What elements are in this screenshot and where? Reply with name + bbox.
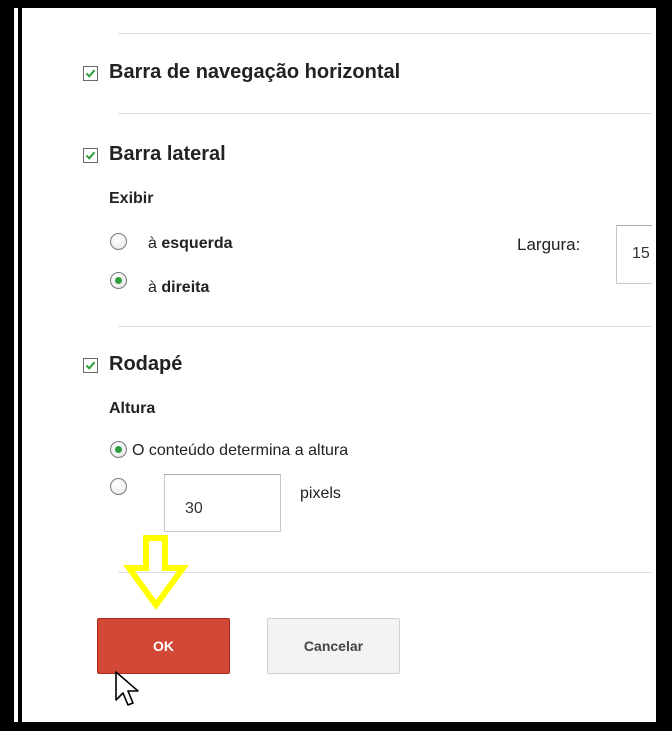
- sidebar-left-option-label: à esquerda: [148, 235, 233, 253]
- sidebar-right-prefix: à: [148, 279, 157, 296]
- footer-custom-height-radio[interactable]: [110, 478, 127, 495]
- down-arrow-annotation-icon: [123, 535, 189, 609]
- sidebar-left-radio[interactable]: [110, 233, 127, 250]
- sidebar-right-radio[interactable]: [110, 272, 127, 289]
- footer-auto-height-radio[interactable]: [110, 441, 127, 458]
- divider-top: [118, 33, 656, 34]
- sidebar-left-bold: esquerda: [161, 235, 233, 252]
- ok-button[interactable]: OK: [97, 618, 230, 674]
- footer-label: Rodapé: [109, 353, 183, 375]
- sidebar-width-label: Largura:: [517, 235, 581, 254]
- sidebar-checkbox[interactable]: [83, 148, 98, 163]
- divider-1: [118, 113, 656, 114]
- divider-3: [118, 572, 656, 573]
- sidebar-label: Barra lateral: [109, 143, 226, 165]
- footer-height-input[interactable]: 30: [164, 474, 281, 532]
- sidebar-width-input[interactable]: 15: [616, 225, 656, 284]
- sidebar-show-label: Exibir: [109, 190, 154, 207]
- footer-height-unit: pixels: [300, 485, 341, 502]
- checkbox-checked-icon: [85, 69, 96, 78]
- checkbox-checked-icon: [85, 361, 96, 370]
- cancel-button[interactable]: Cancelar: [267, 618, 400, 674]
- divider-2: [118, 326, 656, 327]
- frame-inner-right-line: [652, 28, 656, 708]
- layout-settings-panel: Barra de navegação horizontal Barra late…: [22, 8, 656, 722]
- radio-selected-dot: [115, 446, 122, 453]
- nav-bar-label: Barra de navegação horizontal: [109, 61, 401, 83]
- footer-auto-height-label: O conteúdo determina a altura: [132, 442, 349, 459]
- footer-checkbox[interactable]: [83, 358, 98, 373]
- sidebar-right-bold: direita: [161, 279, 210, 296]
- sidebar-right-option-label: à direita: [148, 279, 209, 297]
- mouse-pointer-icon: [115, 671, 139, 706]
- frame-inner-line: [14, 8, 18, 722]
- checkbox-checked-icon: [85, 151, 96, 160]
- nav-bar-checkbox[interactable]: [83, 66, 98, 81]
- footer-height-label: Altura: [109, 400, 156, 417]
- radio-selected-dot: [115, 277, 122, 284]
- sidebar-left-prefix: à: [148, 235, 157, 252]
